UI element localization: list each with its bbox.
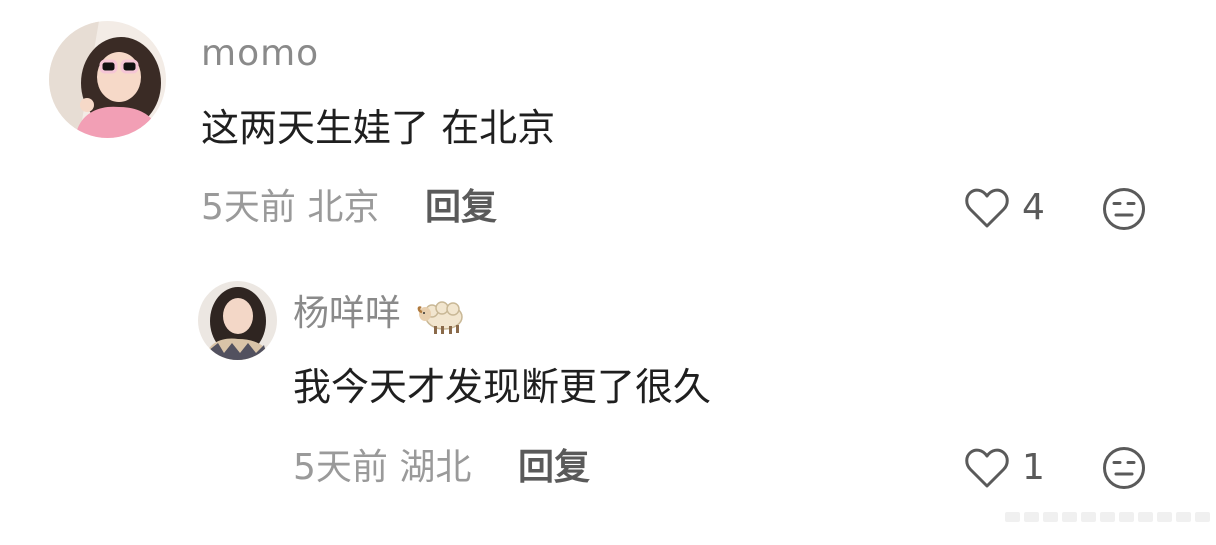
like-count: 1 [1022, 447, 1045, 488]
comment-meta: 5天前 北京 [201, 187, 380, 228]
watermark-strip [1005, 512, 1210, 522]
comment-meta: 5天前 湖北 [293, 447, 472, 488]
comment-username[interactable]: momo [201, 32, 319, 76]
sheep-emoji-icon [418, 301, 464, 334]
comment-text: 我今天才发现断更了很久 [293, 365, 712, 409]
heart-outline-icon [965, 448, 1009, 488]
comment-text: 这两天生娃了 在北京 [201, 106, 556, 150]
expressionless-face-icon [1103, 188, 1145, 230]
emoji-reaction-button[interactable] [1102, 187, 1146, 231]
emoji-reaction-button[interactable] [1102, 446, 1146, 490]
comment-username[interactable]: 杨咩咩 [293, 292, 468, 336]
avatar-image [49, 21, 166, 138]
reply-button[interactable]: 回复 [425, 186, 497, 230]
reply-button[interactable]: 回复 [518, 446, 590, 490]
like-button[interactable]: 1 [964, 446, 1045, 490]
heart-outline-icon [965, 188, 1009, 228]
username-text: 杨咩咩 [293, 293, 402, 334]
avatar[interactable] [49, 21, 166, 138]
expressionless-face-icon [1103, 447, 1145, 489]
avatar-image [198, 281, 277, 360]
like-button[interactable]: 4 [964, 186, 1045, 230]
like-count: 4 [1022, 187, 1045, 228]
avatar[interactable] [198, 281, 277, 360]
